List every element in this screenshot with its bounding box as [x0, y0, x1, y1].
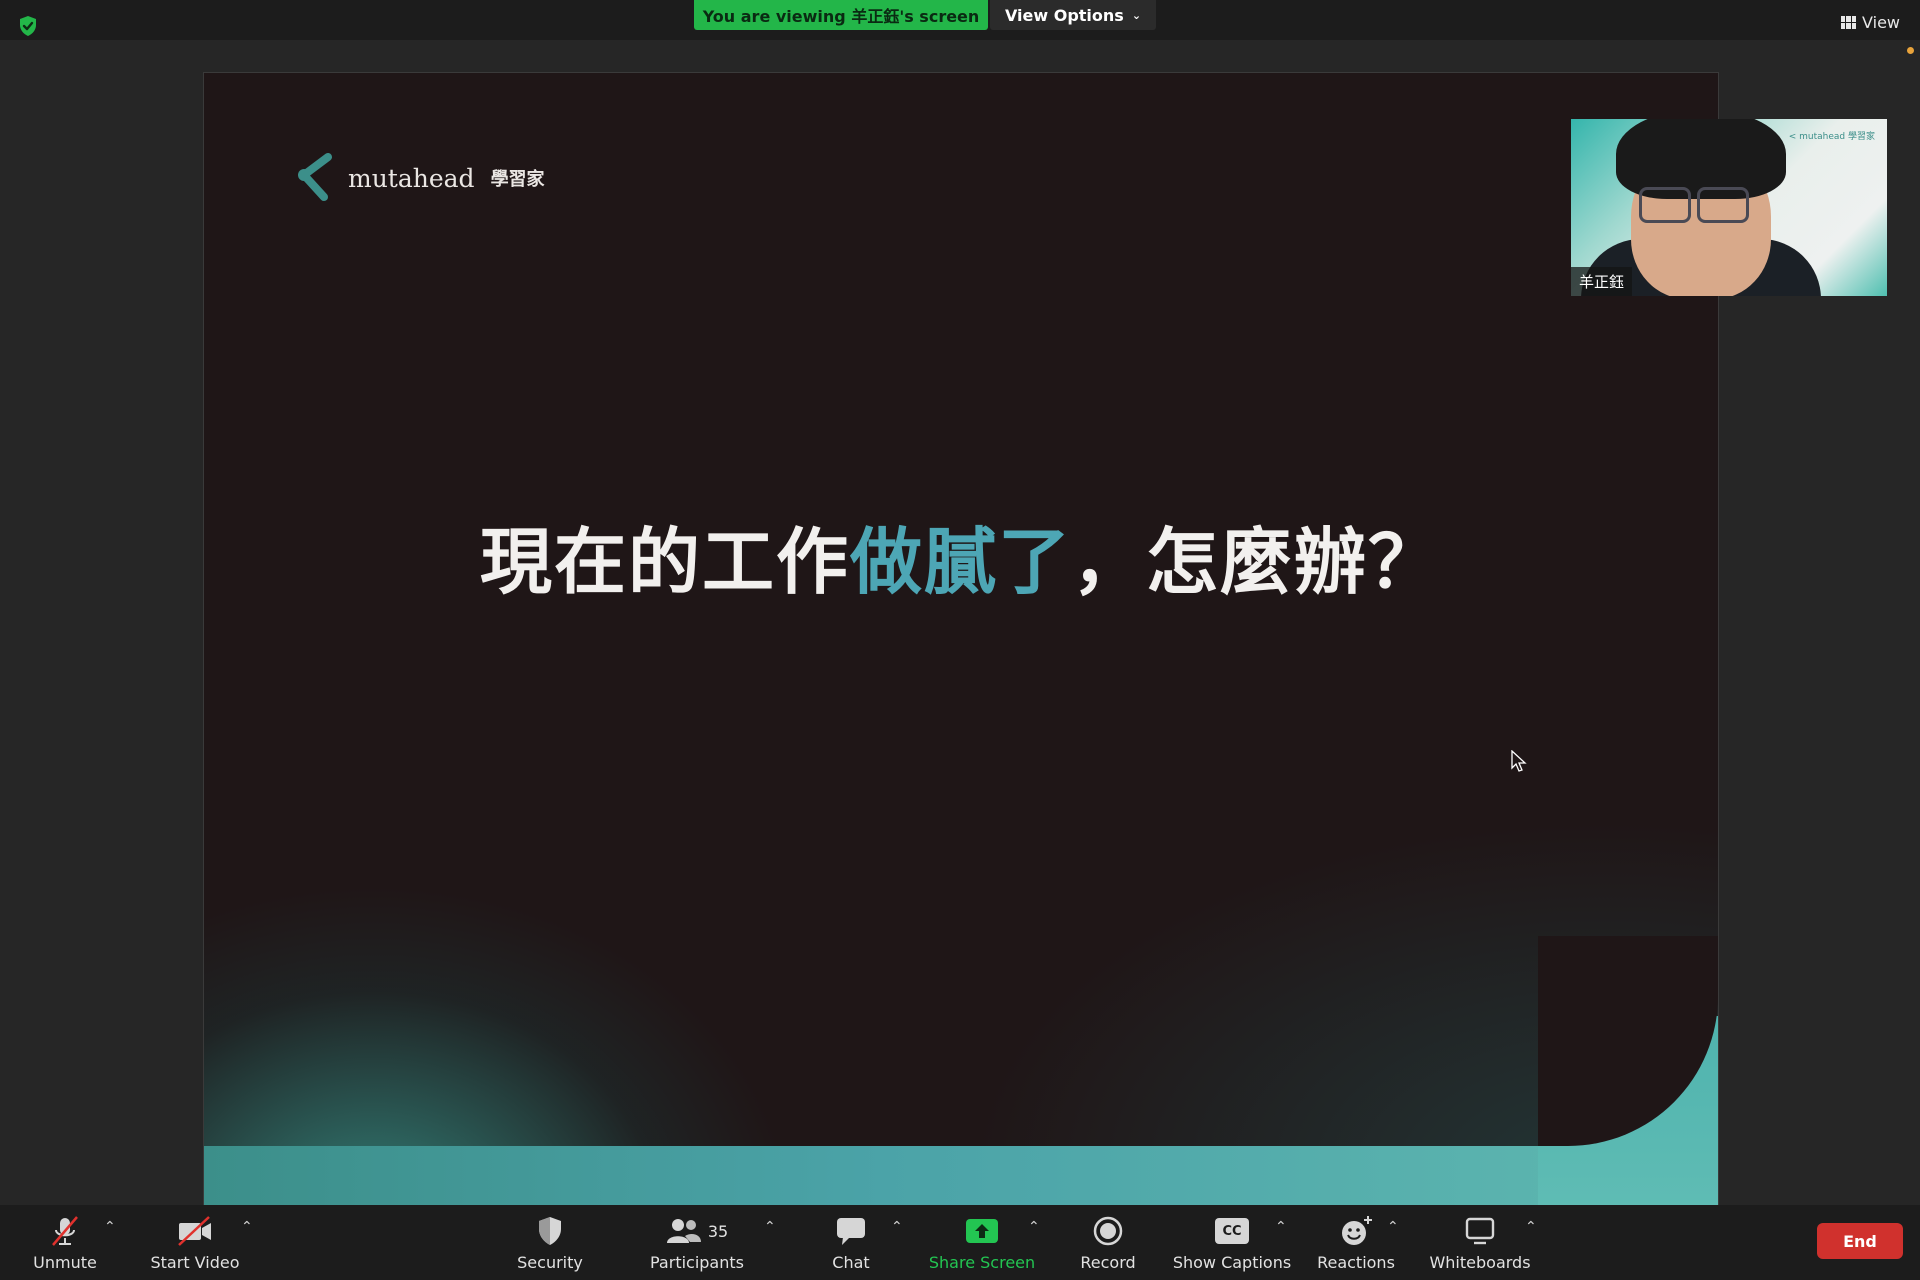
speaker-name-tag: 羊正鈺 [1571, 267, 1633, 296]
view-label: View [1862, 12, 1900, 32]
encryption-shield-icon[interactable] [16, 14, 40, 38]
mouse-cursor-icon [1511, 750, 1527, 772]
view-button[interactable]: View [1841, 10, 1900, 34]
record-label: Record [1080, 1253, 1136, 1272]
video-options-caret-icon[interactable]: ⌃ [241, 1219, 253, 1235]
participants-label: Participants [650, 1253, 744, 1272]
top-bar: You are viewing 羊正鈺's screen View Option… [0, 0, 1920, 40]
shared-screen: mutahead 學習家 現在的工作做膩了，怎麼辦？ [203, 72, 1719, 1207]
muted-microphone-icon [52, 1216, 78, 1246]
glasses-left-lens [1639, 187, 1691, 223]
start-video-label: Start Video [150, 1253, 240, 1272]
slide-headline: 現在的工作做膩了，怎麼辦？ [204, 503, 1718, 608]
show-captions-label: Show Captions [1172, 1253, 1292, 1272]
brand-logo-group: mutahead 學習家 [294, 153, 545, 203]
participants-options-caret-icon[interactable]: ⌃ [764, 1219, 776, 1235]
speaker-video-thumbnail[interactable]: < mutahead 學習家 羊正鈺 [1571, 119, 1887, 296]
headline-highlight: 做膩了 [849, 520, 1072, 604]
share-options-caret-icon[interactable]: ⌃ [1028, 1219, 1040, 1235]
security-label: Security [517, 1253, 583, 1272]
security-shield-icon [539, 1217, 561, 1245]
mutahead-logo-icon [298, 153, 332, 201]
headline-part-1: 現在的工作 [479, 520, 850, 604]
video-off-icon [178, 1216, 211, 1246]
whiteboards-button[interactable]: Whiteboards [1427, 1213, 1533, 1272]
share-screen-icon [966, 1219, 998, 1243]
closed-captions-icon: CC [1215, 1218, 1249, 1244]
chat-button[interactable]: Chat [820, 1213, 882, 1272]
whiteboards-label: Whiteboards [1429, 1253, 1531, 1272]
reactions-options-caret-icon[interactable]: ⌃ [1387, 1219, 1399, 1235]
share-screen-label: Share Screen [928, 1253, 1036, 1272]
brand-name: mutahead [348, 163, 475, 193]
viewing-screen-banner: You are viewing 羊正鈺's screen [694, 0, 988, 30]
participants-button[interactable]: 35 Participants [645, 1213, 749, 1272]
grid-view-icon [1841, 15, 1857, 29]
glasses-right-lens [1697, 187, 1749, 223]
show-captions-button[interactable]: CC Show Captions [1172, 1213, 1292, 1272]
security-button[interactable]: Security [510, 1213, 590, 1272]
cc-badge-text: CC [1222, 1223, 1242, 1239]
reactions-smiley-icon [1342, 1216, 1372, 1245]
meeting-toolbar: Unmute ⌃ Start Video ⌃ Security 35 Parti… [0, 1205, 1920, 1280]
view-options-label: View Options [1004, 5, 1124, 25]
record-button[interactable]: Record [1072, 1213, 1144, 1272]
view-options-button[interactable]: View Options ⌄ [990, 0, 1156, 30]
reactions-label: Reactions [1317, 1253, 1395, 1272]
headline-part-2: ，怎麼辦？ [1072, 520, 1443, 604]
chat-label: Chat [832, 1253, 870, 1272]
speaker-background-logo: < mutahead 學習家 [1788, 132, 1875, 142]
whiteboards-options-caret-icon[interactable]: ⌃ [1525, 1219, 1537, 1235]
end-meeting-button[interactable]: End [1817, 1223, 1903, 1259]
unmute-button[interactable]: Unmute [30, 1213, 100, 1272]
whiteboard-icon [1465, 1217, 1495, 1245]
record-icon [1093, 1216, 1123, 1246]
notification-dot [1907, 47, 1914, 54]
unmute-label: Unmute [33, 1253, 97, 1272]
captions-options-caret-icon[interactable]: ⌃ [1275, 1219, 1287, 1235]
share-screen-button[interactable]: Share Screen [929, 1213, 1035, 1272]
participants-icon [666, 1219, 701, 1243]
chat-options-caret-icon[interactable]: ⌃ [891, 1219, 903, 1235]
chevron-down-icon: ⌄ [1131, 8, 1142, 22]
chat-bubble-icon [837, 1218, 865, 1245]
slide-bottom-band [204, 1146, 1718, 1206]
start-video-button[interactable]: Start Video [150, 1213, 240, 1272]
audio-options-caret-icon[interactable]: ⌃ [104, 1219, 116, 1235]
brand-chinese-name: 學習家 [490, 169, 545, 190]
participants-count: 35 [707, 1221, 729, 1241]
